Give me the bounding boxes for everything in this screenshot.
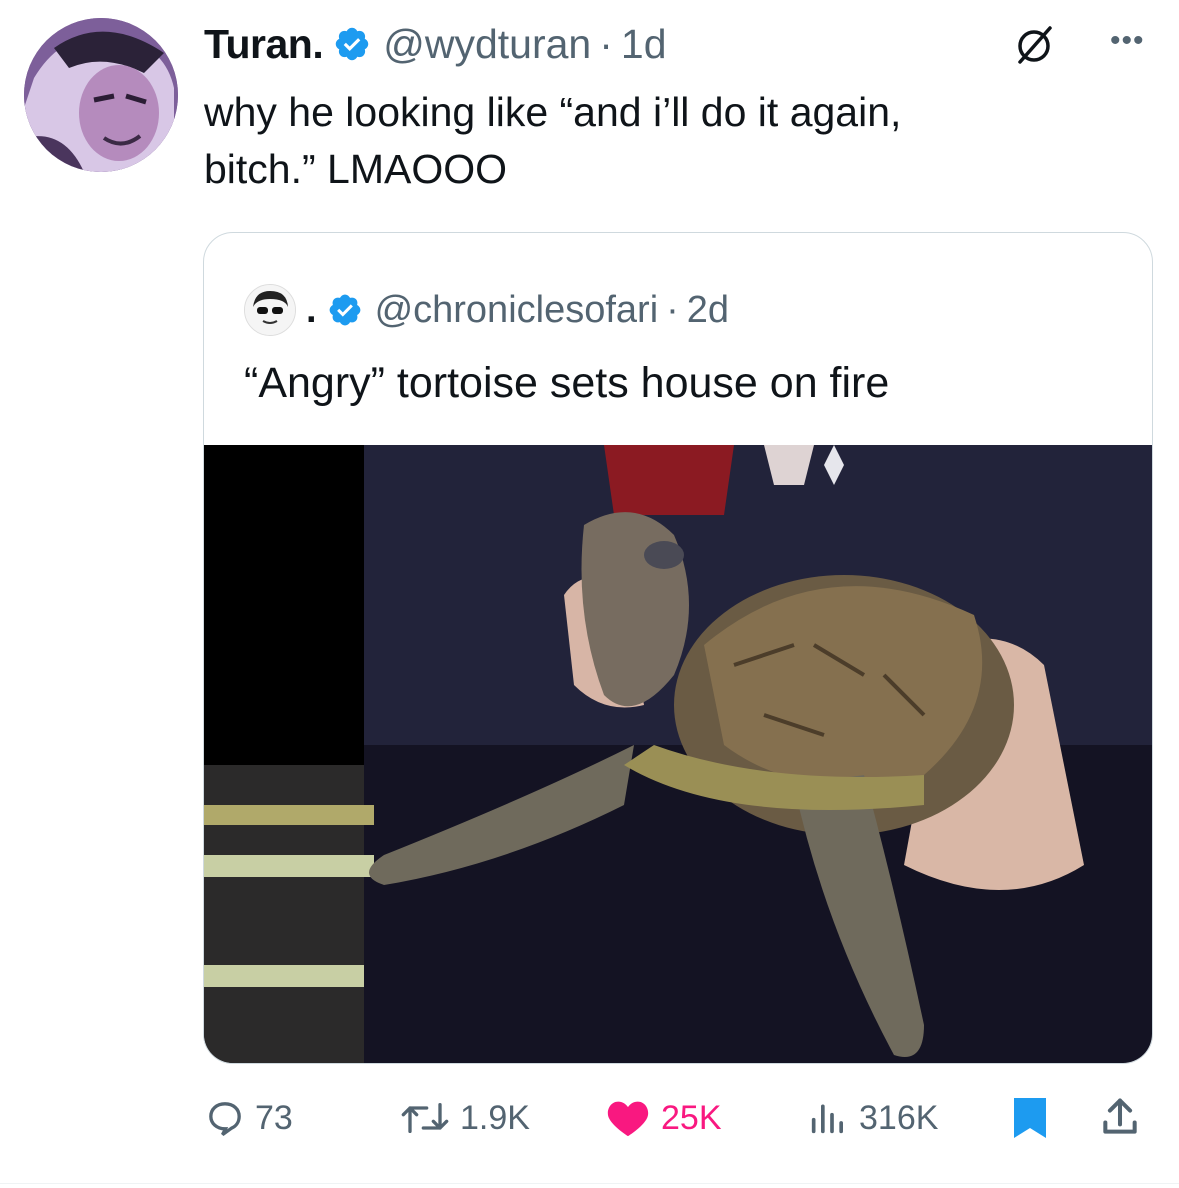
heart-icon — [607, 1101, 649, 1137]
grok-icon[interactable] — [1012, 24, 1056, 68]
retweet-button[interactable]: 1.9K — [400, 1090, 530, 1146]
quoted-author-avatar[interactable] — [244, 284, 296, 336]
tweet-text: why he looking like “and i’ll do it agai… — [204, 84, 1144, 198]
like-count: 25K — [661, 1098, 722, 1137]
views-button[interactable]: 316K — [805, 1090, 938, 1146]
quoted-tweet[interactable]: . @chroniclesofari · 2d “Angry” tortoise… — [203, 232, 1153, 1064]
author-avatar[interactable] — [24, 18, 178, 172]
views-icon — [811, 1104, 843, 1134]
reply-icon — [209, 1102, 241, 1137]
divider — [0, 1183, 1179, 1184]
tweet-text-line: why he looking like “and i’ll do it agai… — [204, 89, 902, 135]
quoted-tweet-header: . @chroniclesofari · 2d — [244, 284, 729, 336]
quoted-timestamp[interactable]: 2d — [687, 289, 729, 332]
tweet-header: Turan. @wydturan · 1d — [204, 16, 667, 72]
tortoise-photo[interactable] — [204, 445, 1152, 1063]
quoted-author-name[interactable]: . — [306, 289, 317, 332]
quoted-author-handle[interactable]: @chroniclesofari — [375, 289, 659, 332]
separator: · — [666, 288, 679, 331]
separator: · — [599, 20, 613, 67]
retweet-count: 1.9K — [460, 1098, 530, 1137]
more-icon[interactable]: ••• — [1110, 24, 1145, 58]
author-handle[interactable]: @wydturan — [383, 21, 591, 68]
like-button[interactable]: 25K — [605, 1090, 722, 1146]
verified-badge-icon — [329, 294, 360, 326]
reply-count: 73 — [255, 1098, 293, 1137]
tweet-text-line: bitch.” LMAOOO — [204, 146, 508, 192]
bookmark-icon[interactable] — [1012, 1096, 1048, 1140]
quoted-tweet-text: “Angry” tortoise sets house on fire — [244, 359, 890, 407]
author-name[interactable]: Turan. — [204, 21, 324, 68]
verified-badge-icon — [336, 27, 369, 61]
reply-button[interactable]: 73 — [205, 1090, 293, 1146]
views-count: 316K — [859, 1098, 939, 1137]
retweet-icon — [401, 1103, 449, 1133]
timestamp[interactable]: 1d — [621, 21, 667, 68]
share-icon[interactable] — [1098, 1094, 1142, 1140]
action-bar: 73 1.9K 25K 316K — [0, 1090, 1179, 1146]
